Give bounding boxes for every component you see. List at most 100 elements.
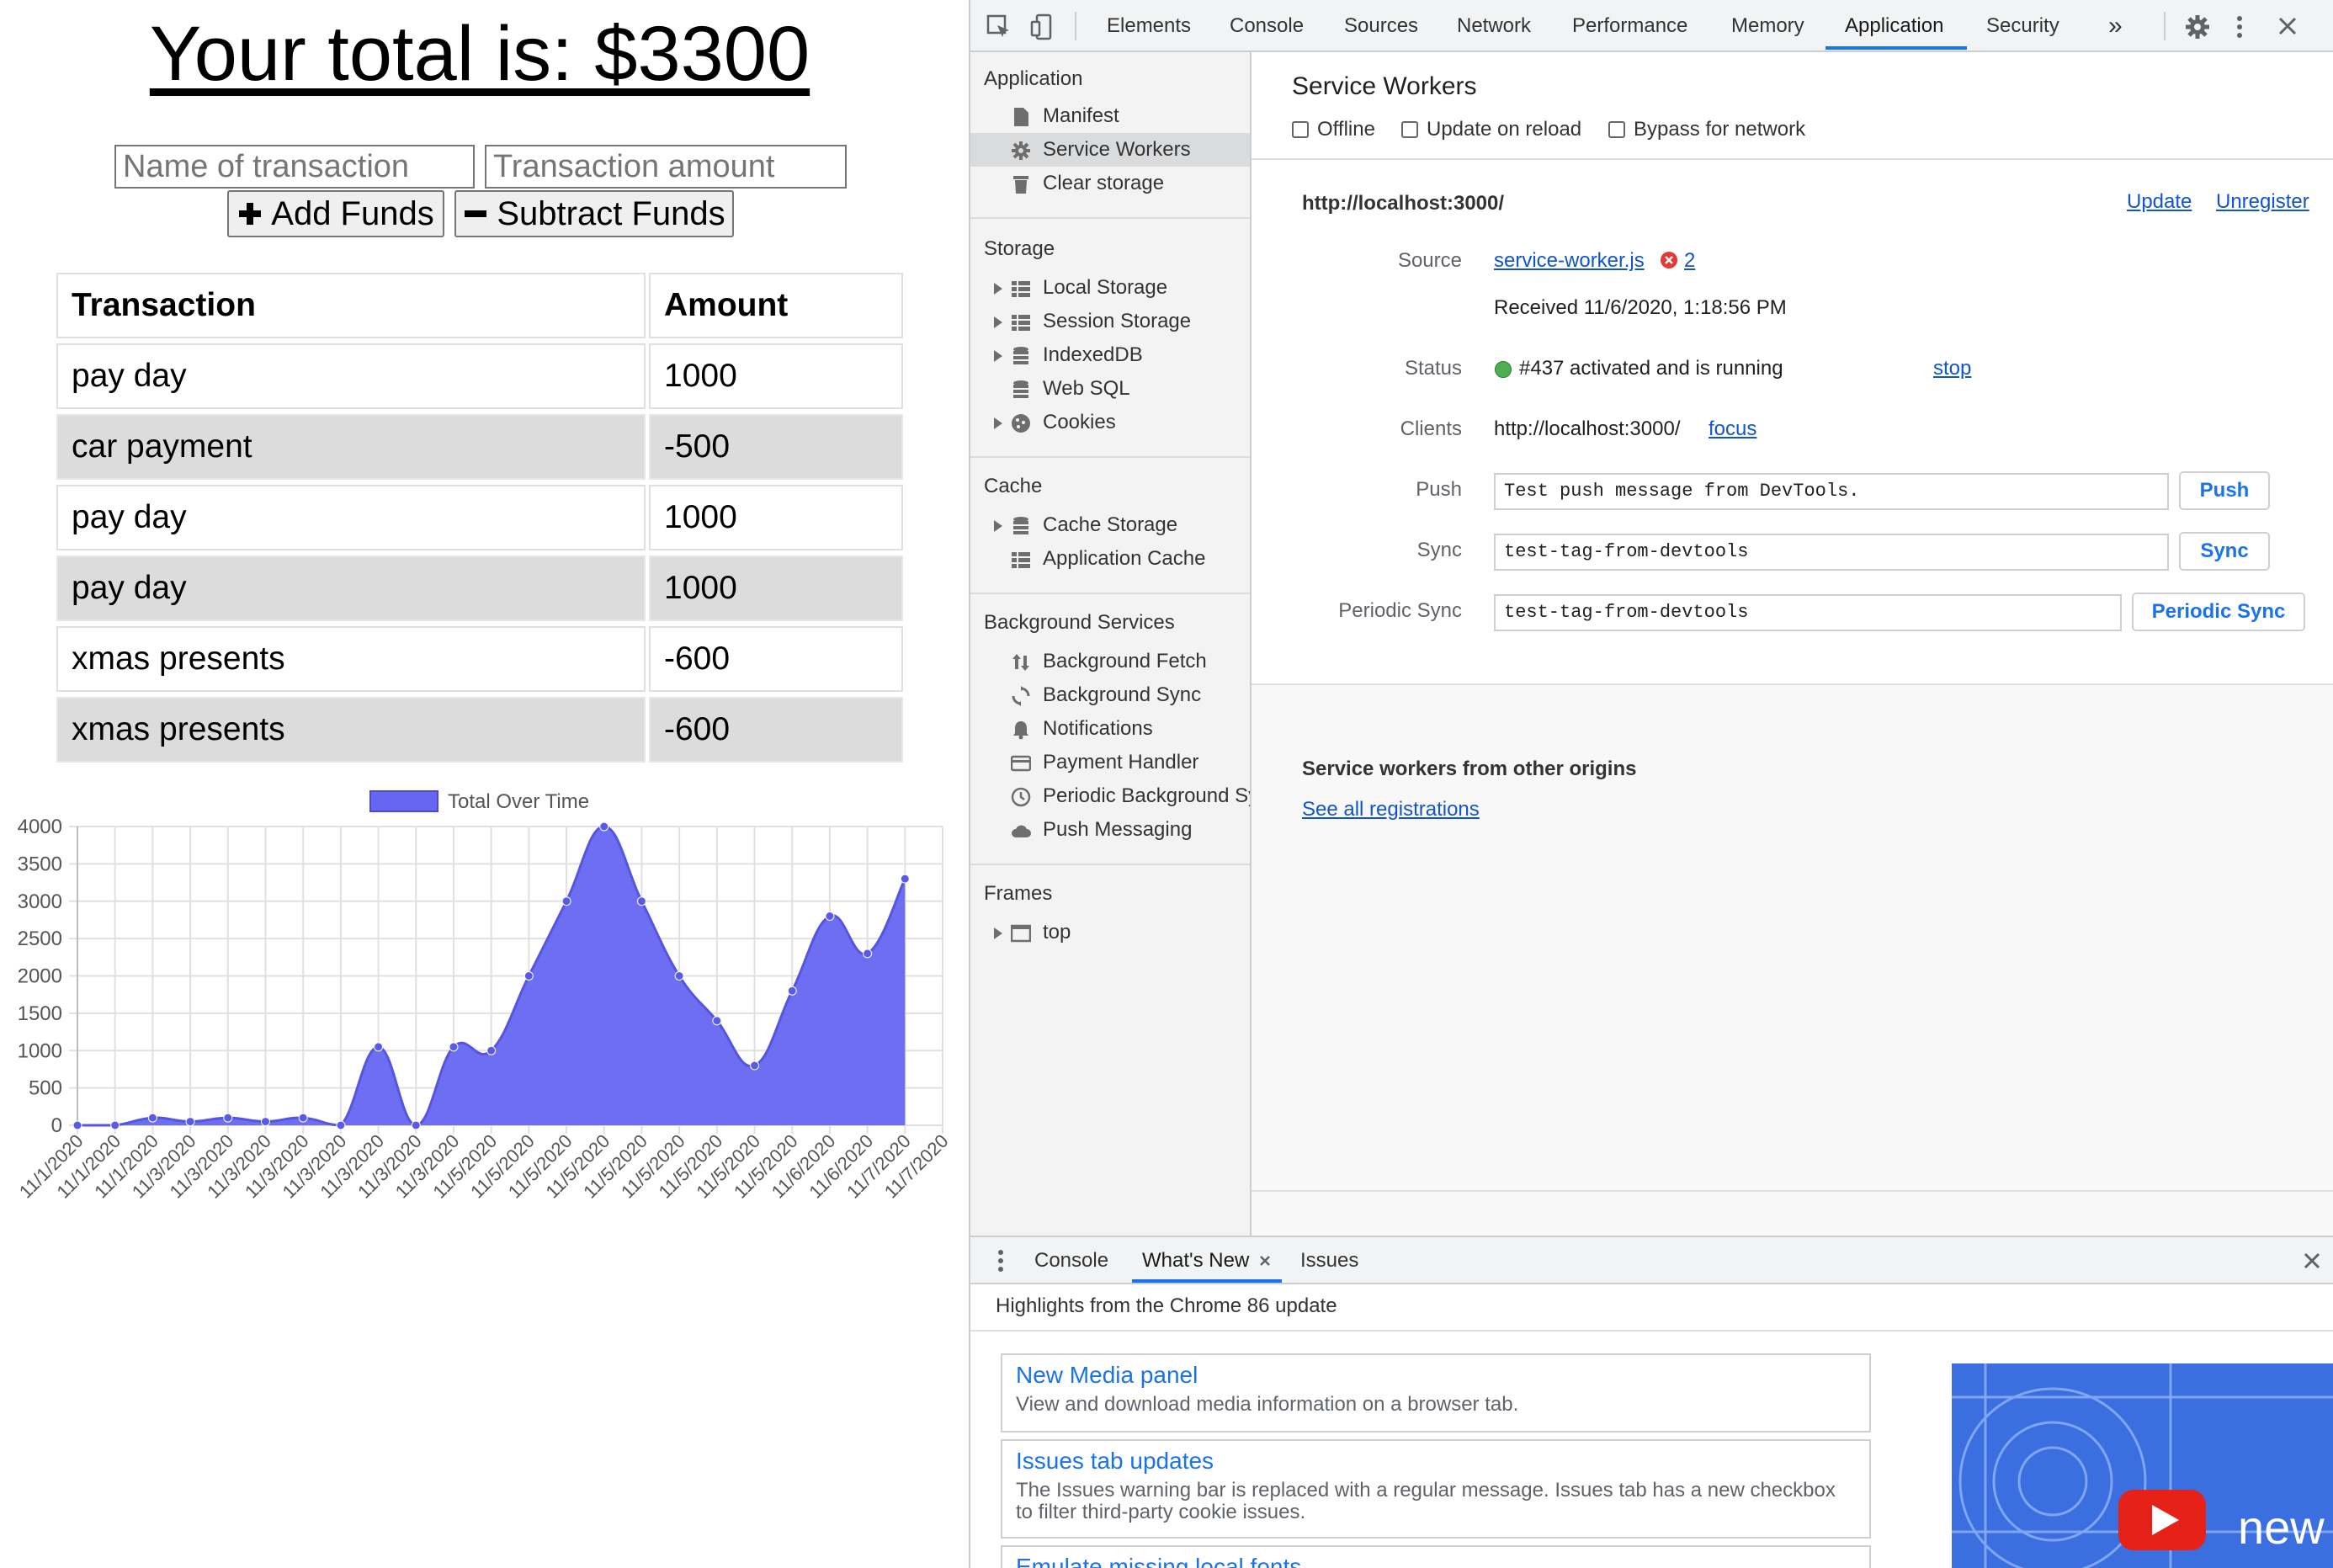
card-title: Issues tab updates xyxy=(1016,1448,1214,1474)
legend-label: Total Over Time xyxy=(448,790,589,813)
total-heading: Your total is: $3300 xyxy=(149,11,810,97)
expand-arrow-icon[interactable] xyxy=(994,417,1002,429)
tab-memory[interactable]: Memory xyxy=(1731,0,1804,50)
sidebar-item-cache-storage[interactable]: Cache Storage xyxy=(970,508,1250,542)
data-point xyxy=(750,1060,760,1071)
sidebar-item-local-storage[interactable]: Local Storage xyxy=(970,271,1250,305)
sidebar-item-session-storage[interactable]: Session Storage xyxy=(970,305,1250,338)
cell-name: pay day xyxy=(56,555,646,621)
sidebar-item-application-cache[interactable]: Application Cache xyxy=(970,542,1250,576)
data-point xyxy=(900,874,910,884)
sidebar-label: Web SQL xyxy=(1043,377,1130,400)
expand-arrow-icon[interactable] xyxy=(994,316,1002,328)
other-origins-title: Service workers from other origins xyxy=(1302,757,1637,780)
y-tick-label: 2500 xyxy=(18,928,62,950)
tab-console[interactable]: Console xyxy=(1230,0,1304,50)
update-on-reload-checkbox[interactable] xyxy=(1401,121,1418,138)
header-transaction: Transaction xyxy=(56,273,646,338)
sidebar-item-indexeddb[interactable]: IndexedDB xyxy=(970,338,1250,372)
tab-sources[interactable]: Sources xyxy=(1344,0,1418,50)
whats-new-card[interactable]: New Media panel View and download media … xyxy=(1001,1353,1871,1432)
sync-input[interactable]: test-tag-from-devtools xyxy=(1494,534,2169,571)
close-tab-icon[interactable] xyxy=(1258,1254,1272,1268)
more-tabs-button[interactable]: » xyxy=(2108,0,2123,50)
periodic-sync-label: Periodic Sync xyxy=(1338,599,1462,622)
add-funds-button[interactable]: Add Funds xyxy=(227,190,444,237)
expand-arrow-icon[interactable] xyxy=(994,283,1002,295)
transactions-table: Transaction Amount pay day 1000 car paym… xyxy=(56,273,903,773)
drawer-tab-whats-new[interactable]: What's New xyxy=(1142,1249,1249,1273)
tab-elements[interactable]: Elements xyxy=(1107,0,1191,50)
sidebar-section-background-services: Background Services xyxy=(984,611,1175,634)
close-devtools-icon[interactable] xyxy=(2277,15,2298,37)
drawer-tab-issues[interactable]: Issues xyxy=(1300,1249,1358,1273)
tab-performance[interactable]: Performance xyxy=(1572,0,1687,50)
sidebar-item-manifest[interactable]: Manifest xyxy=(970,99,1250,133)
focus-link[interactable]: focus xyxy=(1709,417,1756,441)
tab-network[interactable]: Network xyxy=(1457,0,1531,50)
more-options-kebab-icon[interactable] xyxy=(2233,13,2246,40)
whats-new-card[interactable]: Emulate missing local fonts xyxy=(1001,1545,1871,1568)
tab-application[interactable]: Application xyxy=(1845,0,1943,50)
legend-swatch xyxy=(369,790,438,812)
clients-label: Clients xyxy=(1400,417,1462,440)
inspect-element-icon[interactable] xyxy=(986,13,1012,40)
sidebar-item-background-sync[interactable]: Background Sync xyxy=(970,678,1250,712)
sidebar-label: Service Workers xyxy=(1043,138,1191,161)
sidebar-item-web-sql[interactable]: Web SQL xyxy=(970,372,1250,406)
data-point xyxy=(863,949,873,959)
close-drawer-icon[interactable] xyxy=(2302,1251,2322,1271)
stop-link[interactable]: stop xyxy=(1933,357,1971,380)
sync-button[interactable]: Sync xyxy=(2179,532,2270,571)
sidebar-item-frame-top[interactable]: top xyxy=(970,916,1250,949)
unregister-link[interactable]: Unregister xyxy=(2216,190,2309,214)
pane-title: Service Workers xyxy=(1292,72,1477,100)
data-point xyxy=(636,896,646,906)
drawer-menu-kebab-icon[interactable] xyxy=(996,1247,1006,1274)
table-row: car payment -500 xyxy=(56,414,903,481)
sidebar-item-cookies[interactable]: Cookies xyxy=(970,406,1250,439)
bypass-for-network-checkbox[interactable] xyxy=(1608,121,1625,138)
subtract-funds-button[interactable]: Subtract Funds xyxy=(454,190,734,237)
card-description: The Issues warning bar is replaced with … xyxy=(1016,1479,1836,1523)
tab-security[interactable]: Security xyxy=(1986,0,2059,50)
sidebar-item-periodic-background-sync[interactable]: Periodic Background Sync xyxy=(970,779,1250,813)
sidebar-item-push-messaging[interactable]: Push Messaging xyxy=(970,813,1250,847)
update-link[interactable]: Update xyxy=(2127,190,2192,214)
error-count-link[interactable]: 2 xyxy=(1684,249,1695,273)
document-icon xyxy=(1014,108,1028,126)
sidebar-item-payment-handler[interactable]: Payment Handler xyxy=(970,746,1250,779)
clients-url: http://localhost:3000/ xyxy=(1494,417,1681,440)
sidebar-item-background-fetch[interactable]: Background Fetch xyxy=(970,645,1250,678)
periodic-sync-input[interactable]: test-tag-from-devtools xyxy=(1494,594,2122,631)
push-input[interactable]: Test push message from DevTools. xyxy=(1494,473,2169,510)
see-all-registrations-link[interactable]: See all registrations xyxy=(1302,798,1480,821)
source-file-link[interactable]: service-worker.js xyxy=(1494,249,1645,273)
other-origins-section: Service workers from other origins See a… xyxy=(1252,685,2333,1236)
settings-gear-icon[interactable] xyxy=(2184,13,2211,40)
whats-new-card[interactable]: Issues tab updates The Issues warning ba… xyxy=(1001,1439,1871,1539)
device-toolbar-icon[interactable] xyxy=(1029,13,1056,40)
cell-amount: 1000 xyxy=(649,555,903,621)
data-point xyxy=(298,1113,308,1123)
transaction-name-input[interactable]: Name of transaction xyxy=(114,145,475,189)
push-label: Push xyxy=(1416,478,1462,501)
expand-arrow-icon[interactable] xyxy=(994,350,1002,362)
push-button[interactable]: Push xyxy=(2179,471,2270,510)
sidebar-section-application: Application xyxy=(984,67,1083,90)
error-icon xyxy=(1661,252,1677,268)
subtract-funds-label: Subtract Funds xyxy=(497,194,725,232)
sidebar-item-notifications[interactable]: Notifications xyxy=(970,712,1250,746)
periodic-sync-button[interactable]: Periodic Sync xyxy=(2132,593,2305,631)
toolbar-divider xyxy=(2164,12,2166,40)
data-point xyxy=(185,1117,195,1127)
sidebar-item-clear-storage[interactable]: Clear storage xyxy=(970,167,1250,200)
transaction-amount-input[interactable]: Transaction amount xyxy=(485,145,847,189)
sidebar-divider xyxy=(970,593,1250,594)
drawer-tab-console[interactable]: Console xyxy=(1034,1249,1108,1273)
sidebar-item-service-workers[interactable]: Service Workers xyxy=(970,133,1250,167)
offline-checkbox[interactable] xyxy=(1292,121,1309,138)
chrome-update-video-thumbnail[interactable]: new xyxy=(1952,1363,2333,1568)
expand-arrow-icon[interactable] xyxy=(994,928,1002,939)
expand-arrow-icon[interactable] xyxy=(994,520,1002,532)
